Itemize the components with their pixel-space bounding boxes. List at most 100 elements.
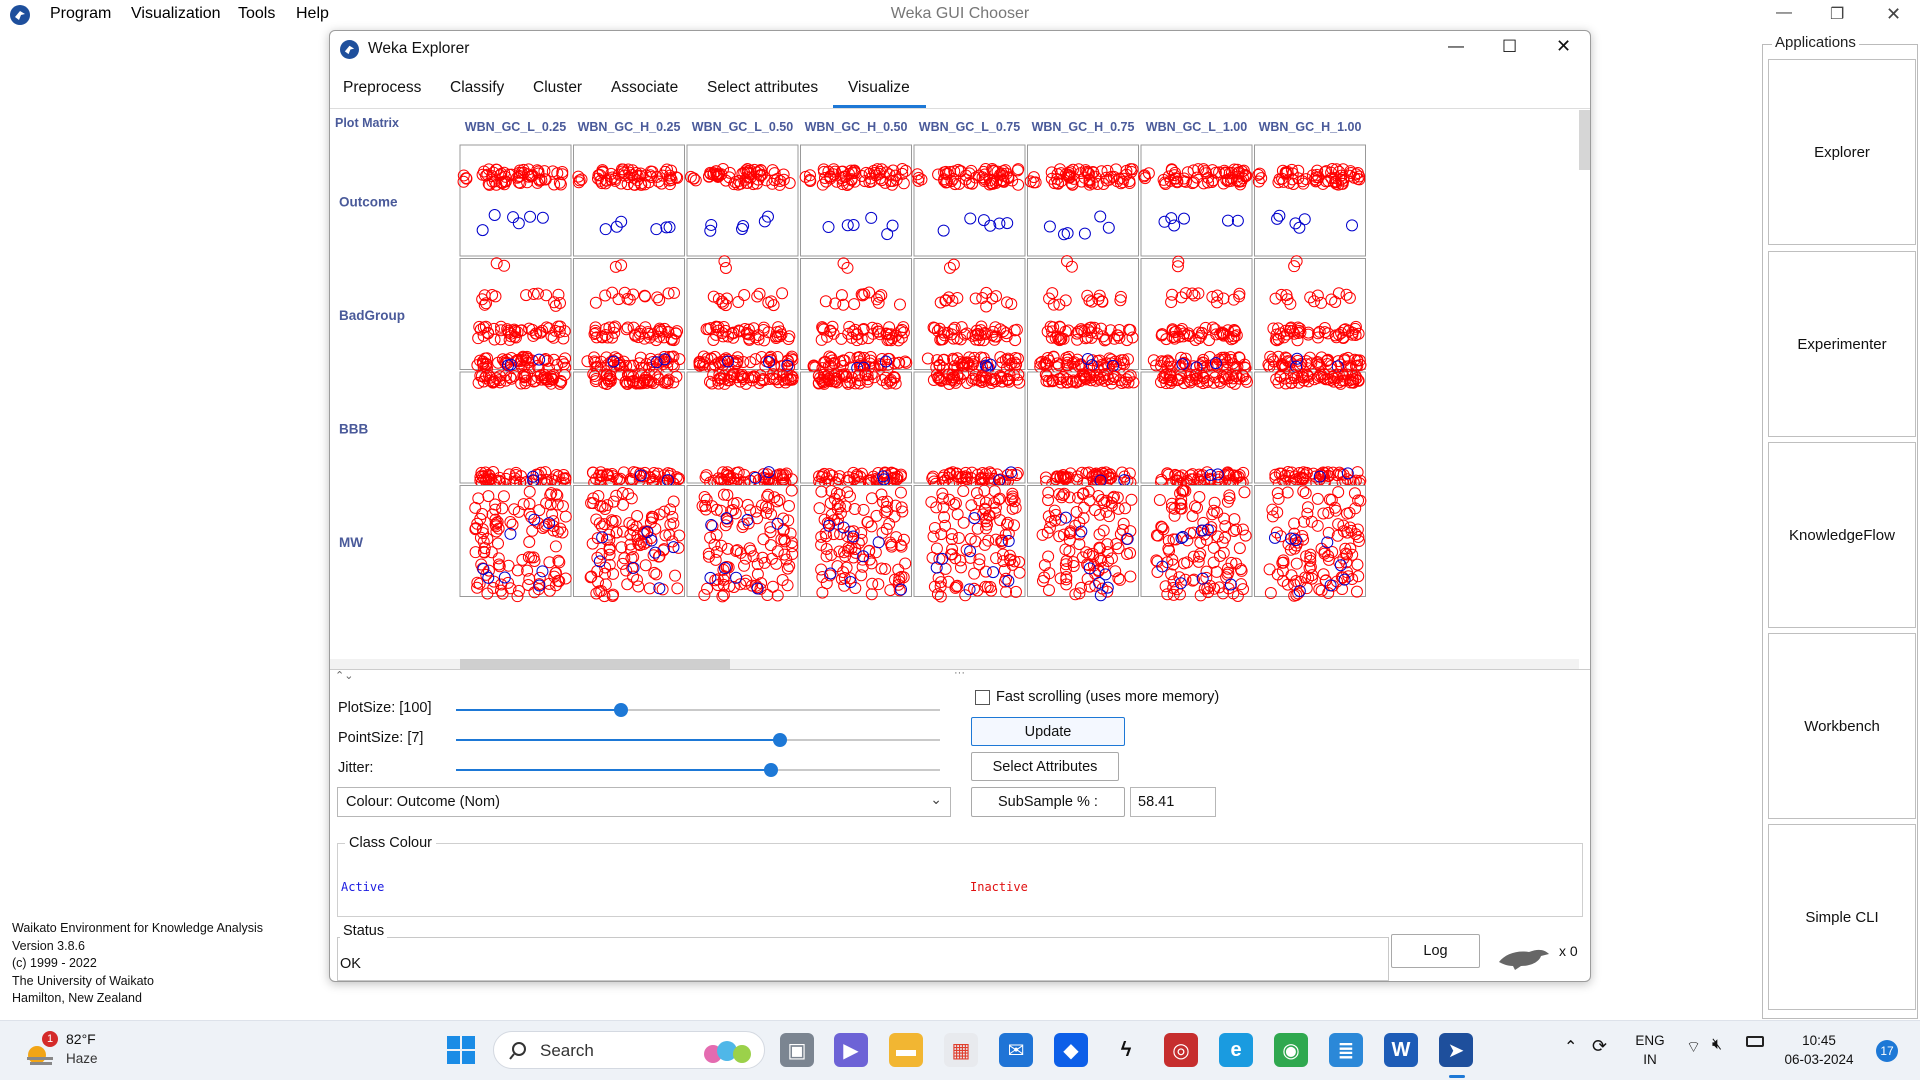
edge-icon[interactable]: e bbox=[1219, 1033, 1253, 1067]
class-colour-panel: Class Colour Active Inactive bbox=[337, 835, 1583, 917]
explorer-minimize-button[interactable]: — bbox=[1448, 38, 1464, 56]
plot-matrix-area[interactable]: Plot Matrix WBN_GC_L_0.25 WBN_GC_H_0.25 WBN… bbox=[330, 110, 1590, 670]
row-header: BBB bbox=[339, 422, 368, 437]
matrix-cell[interactable] bbox=[459, 258, 572, 370]
column-header: WBN_GC_L_1.00 bbox=[1146, 120, 1247, 134]
weka-taskbar-icon[interactable]: ➤ bbox=[1439, 1033, 1473, 1067]
matrix-cell-group bbox=[800, 485, 912, 601]
matrix-cell[interactable] bbox=[913, 144, 1026, 257]
notepad-icon[interactable]: ≣ bbox=[1329, 1033, 1363, 1067]
microsoft-store-icon[interactable]: ▦ bbox=[944, 1033, 978, 1067]
plot-size-label: PlotSize: [100] bbox=[338, 700, 432, 716]
language-line2[interactable]: IN bbox=[1632, 1052, 1668, 1067]
tab-select-attributes[interactable]: Select attributes bbox=[707, 79, 818, 97]
chooser-restore-button[interactable]: ❐ bbox=[1830, 4, 1844, 24]
explorer-close-button[interactable]: ✕ bbox=[1556, 36, 1571, 57]
matrix-cell-group bbox=[573, 258, 686, 375]
log-button[interactable]: Log bbox=[1391, 934, 1480, 968]
applications-label: Applications bbox=[1772, 34, 1859, 51]
matrix-cell-group bbox=[800, 257, 913, 375]
weather-desc[interactable]: Haze bbox=[66, 1051, 98, 1066]
teams-chat-icon[interactable]: ▶ bbox=[834, 1033, 868, 1067]
slider-knob[interactable] bbox=[773, 733, 788, 747]
tray-chevron-icon[interactable]: ⌃ bbox=[1564, 1037, 1577, 1057]
knowledgeflow-button[interactable]: KnowledgeFlow bbox=[1768, 442, 1916, 628]
dropbox-icon[interactable]: ◆ bbox=[1054, 1033, 1088, 1067]
wifi-icon[interactable]: ⌔ bbox=[1686, 1037, 1701, 1057]
explorer-button[interactable]: Explorer bbox=[1768, 59, 1916, 245]
fast-scrolling-checkbox[interactable] bbox=[975, 690, 990, 705]
slider-knob[interactable] bbox=[763, 763, 778, 777]
matrix-cell-group bbox=[1140, 484, 1253, 602]
matrix-cell[interactable] bbox=[686, 144, 799, 257]
tab-cluster[interactable]: Cluster bbox=[533, 79, 582, 97]
taskbar-search-box[interactable]: Search bbox=[493, 1031, 765, 1069]
explorer-maximize-button[interactable]: ☐ bbox=[1502, 37, 1517, 57]
mail-icon[interactable]: ✉ bbox=[999, 1033, 1033, 1067]
weather-badge: 1 bbox=[42, 1031, 58, 1047]
matrix-cell-group bbox=[1254, 368, 1367, 490]
status-panel: Status OK bbox=[337, 923, 1389, 981]
notification-badge[interactable]: 17 bbox=[1876, 1040, 1898, 1062]
matrix-cell[interactable] bbox=[459, 144, 572, 257]
task-view-icon[interactable]: ▣ bbox=[780, 1033, 814, 1067]
chevron-down-icon[interactable]: ⌄ bbox=[930, 791, 942, 808]
clock-time[interactable]: 10:45 bbox=[1774, 1033, 1864, 1048]
slider-knob[interactable] bbox=[613, 703, 628, 717]
point-size-slider[interactable] bbox=[456, 733, 940, 747]
column-header: WBN_GC_H_0.75 bbox=[1032, 120, 1135, 134]
vertical-scrollbar[interactable] bbox=[1579, 110, 1590, 170]
sync-icon[interactable]: ⟳ bbox=[1592, 1036, 1607, 1057]
slider-fill bbox=[456, 709, 621, 711]
tab-classify[interactable]: Classify bbox=[450, 79, 504, 97]
battery-icon[interactable] bbox=[1746, 1036, 1764, 1047]
experimenter-button[interactable]: Experimenter bbox=[1768, 251, 1916, 437]
subsample-button[interactable]: SubSample % : bbox=[971, 787, 1125, 817]
matrix-cell[interactable] bbox=[1140, 371, 1253, 484]
collapse-arrows-icon[interactable]: ⌃⌄ bbox=[335, 669, 353, 682]
plot-matrix[interactable]: Plot Matrix WBN_GC_L_0.25 WBN_GC_H_0.25 WBN… bbox=[330, 110, 1579, 659]
plot-size-slider[interactable] bbox=[456, 703, 940, 717]
matrix-cell[interactable] bbox=[1027, 144, 1139, 257]
class-inactive-label[interactable]: Inactive bbox=[970, 880, 1028, 894]
subsample-input[interactable]: 58.41 bbox=[1130, 787, 1216, 817]
jitter-slider[interactable] bbox=[456, 763, 940, 777]
weka-info-text: Waikato Environment for Knowledge Analys… bbox=[12, 920, 263, 1008]
app-bolt-icon[interactable]: ϟ bbox=[1109, 1033, 1143, 1067]
chooser-minimize-button[interactable]: — bbox=[1776, 4, 1792, 22]
update-button[interactable]: Update bbox=[971, 717, 1125, 746]
weather-temp[interactable]: 82°F bbox=[66, 1031, 96, 1047]
horizontal-scrollbar-thumb[interactable] bbox=[460, 659, 730, 669]
chooser-close-button[interactable]: ✕ bbox=[1886, 4, 1901, 25]
matrix-cell[interactable] bbox=[913, 371, 1026, 484]
colour-select[interactable]: Colour: Outcome (Nom) ⌄ bbox=[337, 787, 951, 817]
file-explorer-icon[interactable]: ▬ bbox=[889, 1033, 923, 1067]
matrix-cell[interactable] bbox=[1027, 258, 1139, 370]
matrix-cell-group bbox=[459, 485, 572, 603]
chrome-icon[interactable]: ◉ bbox=[1274, 1033, 1308, 1067]
matrix-cell[interactable] bbox=[1254, 371, 1366, 484]
matrix-cell[interactable] bbox=[800, 144, 912, 257]
volume-muted-icon[interactable]: 🔇︎ bbox=[1712, 1036, 1722, 1054]
tab-preprocess[interactable]: Preprocess bbox=[343, 79, 421, 97]
app-red-icon[interactable]: ◎ bbox=[1164, 1033, 1198, 1067]
applications-panel: Applications Explorer Experimenter Knowl… bbox=[1760, 30, 1920, 1020]
start-icon[interactable] bbox=[444, 1033, 478, 1067]
panel-splitter[interactable]: ⌃⌄ ··· bbox=[330, 667, 1590, 682]
matrix-cell[interactable] bbox=[1254, 144, 1366, 257]
splitter-grip-icon[interactable]: ··· bbox=[954, 667, 965, 679]
status-label: Status bbox=[340, 923, 388, 939]
select-attributes-button[interactable]: Select Attributes bbox=[971, 752, 1119, 781]
workbench-button[interactable]: Workbench bbox=[1768, 633, 1916, 819]
tabs-divider bbox=[330, 108, 1590, 109]
tab-associate[interactable]: Associate bbox=[611, 79, 678, 97]
matrix-cell[interactable] bbox=[1140, 144, 1253, 257]
clock-date[interactable]: 06-03-2024 bbox=[1774, 1052, 1864, 1067]
matrix-cell[interactable] bbox=[573, 144, 685, 257]
simple-cli-button[interactable]: Simple CLI bbox=[1768, 824, 1916, 1010]
tab-visualize[interactable]: Visualize bbox=[848, 79, 910, 97]
info-line: Version 3.8.6 bbox=[12, 938, 85, 953]
word-icon[interactable]: W bbox=[1384, 1033, 1418, 1067]
class-active-label[interactable]: Active bbox=[341, 880, 384, 894]
language-line1[interactable]: ENG bbox=[1632, 1033, 1668, 1048]
